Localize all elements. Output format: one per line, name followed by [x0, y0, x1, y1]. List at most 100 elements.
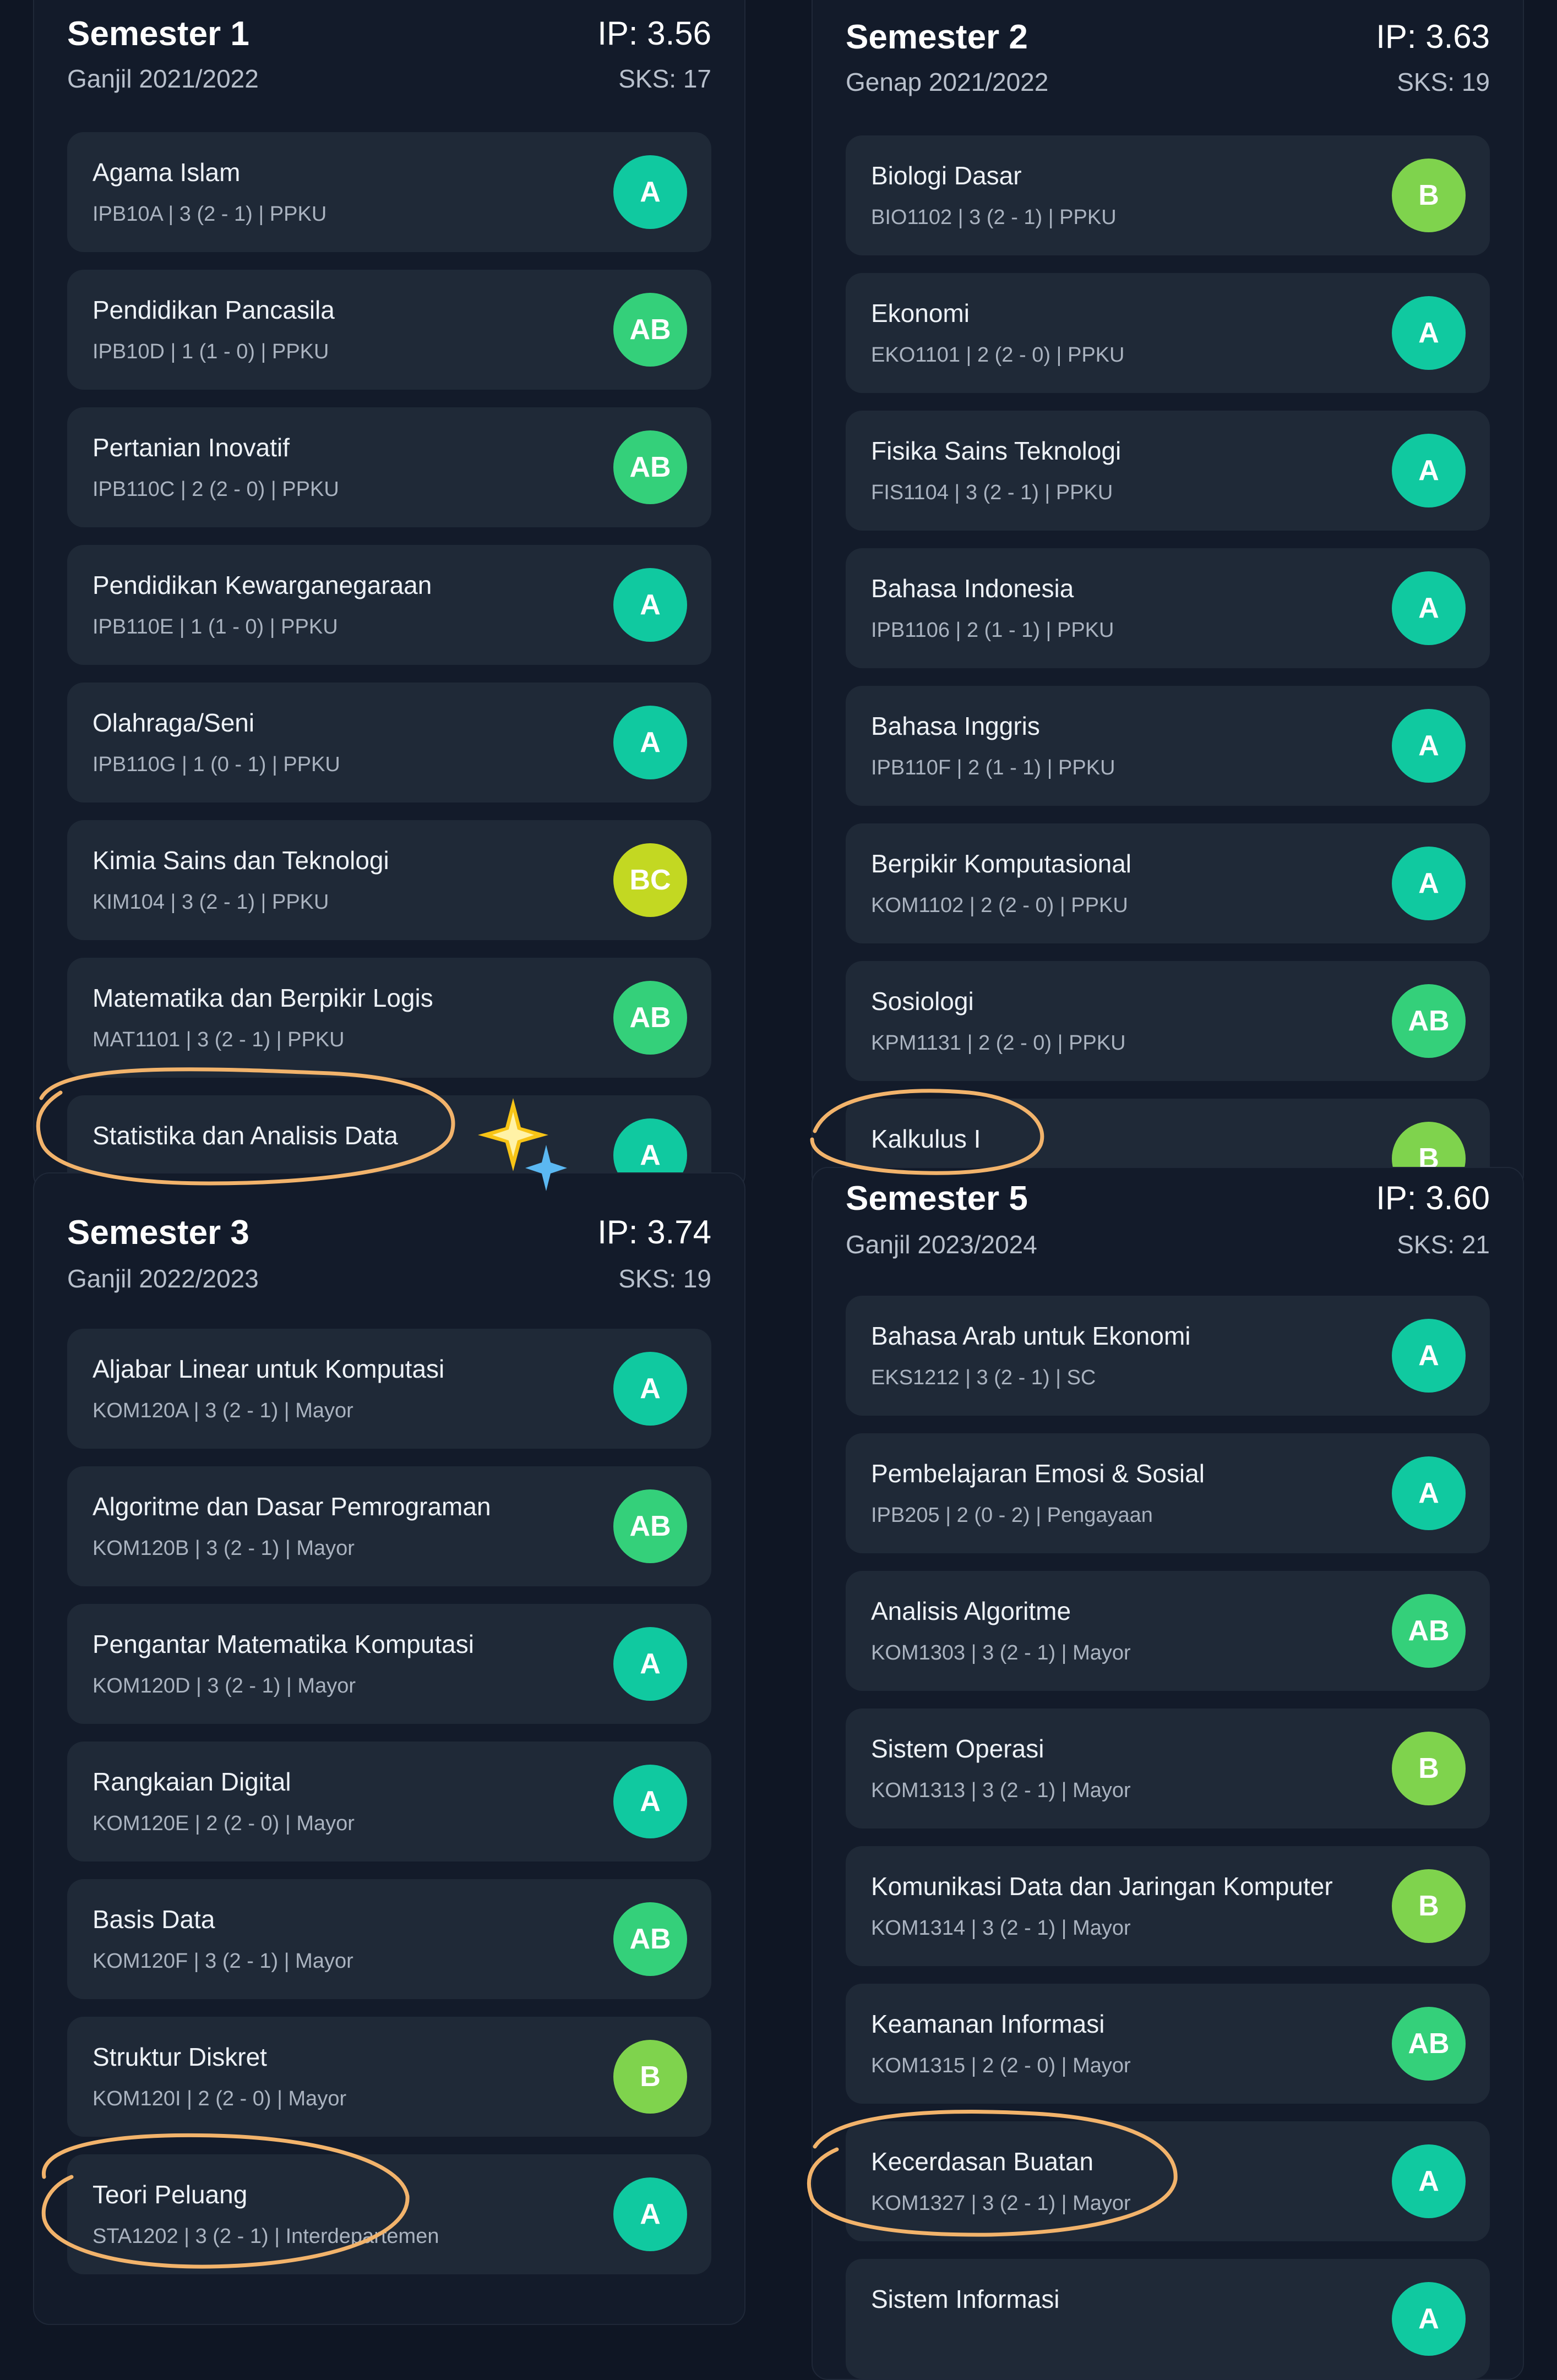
- course-name: Aljabar Linear untuk Komputasi: [92, 1355, 445, 1383]
- grade-badge: A: [1392, 847, 1466, 920]
- course-row[interactable]: Ekonomi EKO1101 | 2 (2 - 0) | PPKU A: [846, 273, 1490, 393]
- course-row[interactable]: Teori Peluang STA1202 | 3 (2 - 1) | Inte…: [67, 2154, 711, 2274]
- grade-badge: A: [1392, 709, 1466, 783]
- course-name: Agama Islam: [92, 158, 241, 187]
- semester-ip: IP: 3.63: [1376, 18, 1490, 55]
- course-meta: KOM120B | 3 (2 - 1) | Mayor: [92, 1537, 355, 1560]
- semester-sks: SKS: 19: [618, 1264, 711, 1293]
- semester-period: Genap 2021/2022: [846, 68, 1049, 96]
- semester-header: Semester 5 IP: 3.60 Ganjil 2023/2024 SKS…: [846, 1168, 1490, 1278]
- semester-period: Ganjil 2023/2024: [846, 1230, 1037, 1259]
- course-name: Basis Data: [92, 1905, 215, 1934]
- course-row[interactable]: Sistem Informasi A: [846, 2259, 1490, 2379]
- grade-badge: A: [613, 2177, 687, 2251]
- semester-sks: SKS: 19: [1397, 68, 1490, 96]
- semester-sks: SKS: 17: [618, 64, 711, 93]
- grade-badge: B: [1392, 159, 1466, 232]
- semester-title: Semester 3: [67, 1214, 249, 1252]
- course-row[interactable]: Sosiologi KPM1131 | 2 (2 - 0) | PPKU AB: [846, 961, 1490, 1081]
- course-name: Komunikasi Data dan Jaringan Komputer: [871, 1872, 1333, 1901]
- course-row[interactable]: Pendidikan Kewarganegaraan IPB110E | 1 (…: [67, 545, 711, 665]
- course-meta: KOM120A | 3 (2 - 1) | Mayor: [92, 1399, 353, 1422]
- course-row[interactable]: Bahasa Arab untuk Ekonomi EKS1212 | 3 (2…: [846, 1296, 1490, 1416]
- course-name: Fisika Sains Teknologi: [871, 436, 1122, 465]
- course-row[interactable]: Aljabar Linear untuk Komputasi KOM120A |…: [67, 1329, 711, 1449]
- semester-5-card: Semester 5 IP: 3.60 Ganjil 2023/2024 SKS…: [812, 1167, 1524, 2380]
- semester-ip: IP: 3.60: [1376, 1180, 1490, 1216]
- course-name: Teori Peluang: [92, 2180, 248, 2209]
- semester-1-card: Semester 1 IP: 3.56 Ganjil 2021/2022 SKS…: [33, 0, 745, 1191]
- course-meta: IPB110G | 1 (0 - 1) | PPKU: [92, 753, 340, 776]
- course-row[interactable]: Kecerdasan Buatan KOM1327 | 3 (2 - 1) | …: [846, 2121, 1490, 2241]
- course-row[interactable]: Kimia Sains dan Teknologi KIM104 | 3 (2 …: [67, 820, 711, 940]
- semester-sks: SKS: 21: [1397, 1230, 1490, 1259]
- course-row[interactable]: Sistem Operasi KOM1313 | 3 (2 - 1) | May…: [846, 1708, 1490, 1828]
- grade-badge: B: [613, 2040, 687, 2114]
- course-row[interactable]: Pengantar Matematika Komputasi KOM120D |…: [67, 1604, 711, 1724]
- course-row[interactable]: Olahraga/Seni IPB110G | 1 (0 - 1) | PPKU…: [67, 683, 711, 803]
- course-row[interactable]: Pertanian Inovatif IPB110C | 2 (2 - 0) |…: [67, 407, 711, 527]
- course-name: Ekonomi: [871, 299, 970, 327]
- grade-badge: A: [1392, 296, 1466, 370]
- course-row[interactable]: Fisika Sains Teknologi FIS1104 | 3 (2 - …: [846, 411, 1490, 531]
- course-name: Kecerdasan Buatan: [871, 2147, 1094, 2176]
- course-row[interactable]: Pendidikan Pancasila IPB10D | 1 (1 - 0) …: [67, 270, 711, 390]
- grade-badge: BC: [613, 843, 687, 917]
- course-row[interactable]: Struktur Diskret KOM120I | 2 (2 - 0) | M…: [67, 2017, 711, 2137]
- course-row[interactable]: Matematika dan Berpikir Logis MAT1101 | …: [67, 958, 711, 1078]
- course-meta: IPB205 | 2 (0 - 2) | Pengayaan: [871, 1504, 1153, 1527]
- course-row[interactable]: Algoritme dan Dasar Pemrograman KOM120B …: [67, 1466, 711, 1586]
- course-row[interactable]: Rangkaian Digital KOM120E | 2 (2 - 0) | …: [67, 1742, 711, 1862]
- course-row[interactable]: Komunikasi Data dan Jaringan Komputer KO…: [846, 1846, 1490, 1966]
- semester-header: Semester 2 IP: 3.63 Genap 2021/2022 SKS:…: [846, 0, 1490, 96]
- course-name: Pertanian Inovatif: [92, 433, 290, 462]
- course-meta: IPB110C | 2 (2 - 0) | PPKU: [92, 478, 339, 501]
- course-meta: IPB1106 | 2 (1 - 1) | PPKU: [871, 619, 1114, 642]
- course-name: Statistika dan Analisis Data: [92, 1121, 398, 1150]
- course-row[interactable]: Pembelajaran Emosi & Sosial IPB205 | 2 (…: [846, 1433, 1490, 1553]
- grade-badge: A: [1392, 1319, 1466, 1393]
- course-row[interactable]: Biologi Dasar BIO1102 | 3 (2 - 1) | PPKU…: [846, 135, 1490, 255]
- course-name: Pendidikan Kewarganegaraan: [92, 571, 432, 599]
- course-meta: BIO1102 | 3 (2 - 1) | PPKU: [871, 206, 1117, 229]
- course-meta: KOM120E | 2 (2 - 0) | Mayor: [92, 1812, 355, 1835]
- grade-badge: AB: [613, 430, 687, 504]
- course-name: Bahasa Indonesia: [871, 574, 1074, 603]
- course-meta: KOM120F | 3 (2 - 1) | Mayor: [92, 1950, 353, 1973]
- course-name: Berpikir Komputasional: [871, 849, 1132, 878]
- semester-title: Semester 5: [846, 1180, 1028, 1218]
- grade-badge: B: [1392, 1732, 1466, 1805]
- course-name: Kalkulus I: [871, 1125, 981, 1153]
- course-meta: FIS1104 | 3 (2 - 1) | PPKU: [871, 481, 1113, 504]
- grade-badge: A: [1392, 1456, 1466, 1530]
- course-row[interactable]: Analisis Algoritme KOM1303 | 3 (2 - 1) |…: [846, 1571, 1490, 1691]
- semester-period: Ganjil 2022/2023: [67, 1264, 259, 1293]
- course-name: Struktur Diskret: [92, 2043, 267, 2071]
- grade-badge: A: [1392, 2144, 1466, 2218]
- course-row[interactable]: Agama Islam IPB10A | 3 (2 - 1) | PPKU A: [67, 132, 711, 252]
- grade-badge: AB: [613, 981, 687, 1055]
- semester-ip: IP: 3.74: [597, 1214, 711, 1251]
- semester-title: Semester 1: [67, 15, 249, 53]
- course-meta: KIM104 | 3 (2 - 1) | PPKU: [92, 891, 329, 914]
- semester-3-card: Semester 3 IP: 3.74 Ganjil 2022/2023 SKS…: [33, 1172, 745, 2325]
- course-name: Sistem Operasi: [871, 1734, 1044, 1763]
- course-row[interactable]: Basis Data KOM120F | 3 (2 - 1) | Mayor A…: [67, 1879, 711, 1999]
- course-meta: KOM1102 | 2 (2 - 0) | PPKU: [871, 894, 1128, 917]
- course-meta: KPM1131 | 2 (2 - 0) | PPKU: [871, 1031, 1126, 1055]
- course-row[interactable]: Keamanan Informasi KOM1315 | 2 (2 - 0) |…: [846, 1984, 1490, 2104]
- grade-badge: A: [1392, 571, 1466, 645]
- course-name: Sistem Informasi: [871, 2285, 1060, 2313]
- course-row[interactable]: Bahasa Indonesia IPB1106 | 2 (1 - 1) | P…: [846, 548, 1490, 668]
- grade-badge: AB: [613, 1489, 687, 1563]
- course-row[interactable]: Bahasa Inggris IPB110F | 2 (1 - 1) | PPK…: [846, 686, 1490, 806]
- course-meta: STA1202 | 3 (2 - 1) | Interdepartemen: [92, 2225, 439, 2248]
- grade-badge: A: [613, 155, 687, 229]
- course-name: Sosiologi: [871, 987, 974, 1016]
- course-name: Analisis Algoritme: [871, 1597, 1071, 1625]
- course-name: Rangkaian Digital: [92, 1767, 291, 1796]
- course-row[interactable]: Berpikir Komputasional KOM1102 | 2 (2 - …: [846, 823, 1490, 943]
- course-name: Bahasa Inggris: [871, 712, 1040, 740]
- grade-badge: B: [1392, 1869, 1466, 1943]
- semester-header: Semester 1 IP: 3.56 Ganjil 2021/2022 SKS…: [67, 0, 711, 93]
